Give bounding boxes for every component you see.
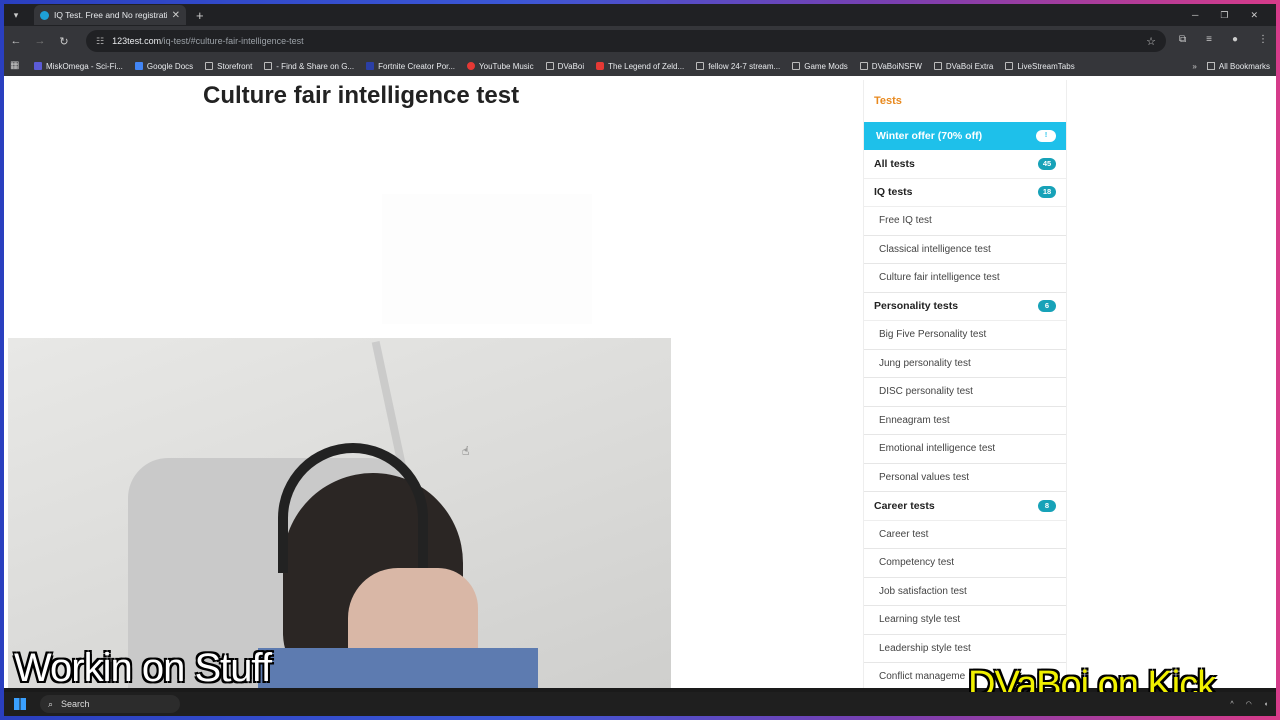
youtube-icon [596, 62, 605, 70]
sidebar-link[interactable]: Enneagram test [864, 407, 1066, 435]
bookmark-item[interactable]: YouTube Music [467, 62, 534, 71]
bookmark-item[interactable]: Game Mods [792, 62, 848, 71]
stream-caption-left: Workin on Stuff [14, 646, 272, 690]
tray-chevron-icon[interactable]: ^ [1230, 701, 1233, 708]
url-host: 123test.com [112, 36, 162, 46]
sidebar-link[interactable]: Free IQ test [864, 207, 1066, 236]
content-placeholder [382, 194, 592, 324]
search-icon: ⌕ [48, 698, 54, 709]
sidebar-link[interactable]: Culture fair intelligence test [864, 264, 1066, 293]
system-tray: ^ ◠ ◖ [1230, 700, 1268, 709]
bookmark-item[interactable]: DVaBoi Extra [933, 62, 993, 71]
new-tab-button[interactable]: + [196, 8, 204, 23]
bookmark-item[interactable]: The Legend of Zeld... [596, 62, 684, 71]
fortnite-icon [366, 62, 375, 70]
site-info-icon[interactable]: ☷ [96, 36, 104, 47]
bookmark-item[interactable]: - Find & Share on G... [264, 62, 354, 71]
extensions-icon[interactable]: ⧉ [1179, 34, 1186, 45]
youtube-music-icon [467, 62, 476, 70]
all-bookmarks-button[interactable]: All Bookmarks [1206, 62, 1270, 71]
folder-icon [205, 62, 214, 70]
bookmark-star-icon[interactable]: ☆ [1146, 35, 1156, 48]
page-title: Culture fair intelligence test [203, 82, 520, 109]
bookmark-item[interactable]: LiveStreamTabs [1005, 62, 1075, 71]
sidebar-link[interactable]: Job satisfaction test [864, 578, 1066, 606]
bookmark-item[interactable]: Fortnite Creator Por... [366, 62, 455, 71]
volume-icon[interactable]: ◖ [1264, 701, 1268, 708]
sidebar-link[interactable]: Jung personality test [864, 350, 1066, 378]
profile-avatar-icon[interactable]: ● [1232, 34, 1238, 45]
tests-sidebar: Tests Winter offer (70% off) ! All tests… [863, 80, 1067, 688]
forward-icon[interactable]: → [28, 35, 52, 47]
sidebar-link[interactable]: Classical intelligence test [864, 236, 1066, 264]
mouse-cursor-icon: ☝ [462, 444, 470, 458]
sidebar-link[interactable]: Big Five Personality test [864, 321, 1066, 350]
winter-offer-link[interactable]: Winter offer (70% off) ! [864, 122, 1066, 150]
folder-icon [859, 62, 868, 70]
sidebar-link[interactable]: Learning style test [864, 606, 1066, 635]
folder-icon [545, 62, 554, 70]
bookmark-item[interactable]: Google Docs [134, 62, 193, 71]
sidebar-header: Tests [874, 95, 902, 107]
folder-icon [933, 62, 942, 70]
network-icon[interactable]: ◠ [1246, 700, 1252, 708]
page-icon [264, 62, 273, 70]
restore-icon[interactable]: ❐ [1220, 10, 1228, 21]
count-badge: 6 [1038, 300, 1056, 313]
category-iq-tests[interactable]: IQ tests 18 [864, 179, 1066, 207]
sidebar-link[interactable]: Personal values test [864, 464, 1066, 492]
webcam-overlay [8, 338, 671, 688]
tab-favicon-icon [40, 10, 49, 20]
bookmark-item[interactable]: DVaBoi [545, 62, 584, 71]
address-bar[interactable]: ☷ 123test.com /iq-test/#culture-fair-int… [86, 30, 1166, 52]
taskbar-search[interactable]: ⌕ Search [40, 695, 180, 713]
count-badge: 18 [1038, 186, 1056, 199]
url-path: /iq-test/#culture-fair-intelligence-test [161, 36, 304, 46]
sidebar-link[interactable]: DISC personality test [864, 378, 1066, 407]
minimize-icon[interactable]: ─ [1192, 10, 1198, 21]
browser-tab[interactable]: IQ Test. Free and No registration ✕ [34, 5, 186, 25]
reload-icon[interactable]: ↻ [52, 35, 76, 48]
windows-taskbar: ⌕ Search ^ ◠ ◖ [4, 692, 1276, 716]
count-badge: 45 [1038, 157, 1056, 170]
menu-icon[interactable]: ⋮ [1258, 34, 1268, 45]
media-control-icon[interactable]: ≡ [1206, 34, 1212, 45]
close-window-icon[interactable]: ✕ [1250, 10, 1258, 21]
folder-icon [1206, 62, 1215, 70]
back-icon[interactable]: ← [4, 35, 28, 47]
browser-toolbar: ← → ↻ ☷ 123test.com /iq-test/#culture-fa… [4, 26, 1276, 56]
bookmark-item[interactable]: fellow 24-7 stream... [696, 62, 780, 71]
bookmarks-overflow-icon[interactable]: » [1192, 62, 1196, 71]
folder-icon [792, 62, 801, 70]
tab-close-icon[interactable]: ✕ [172, 10, 180, 21]
folder-icon [696, 62, 705, 70]
bookmark-item[interactable]: MiskOmega - Sci-Fi... [34, 62, 123, 71]
tab-title: IQ Test. Free and No registration [54, 10, 167, 20]
count-badge: 8 [1038, 499, 1056, 512]
sidebar-link[interactable]: Emotional intelligence test [864, 435, 1066, 464]
misk-icon [34, 62, 42, 70]
sidebar-link[interactable]: Competency test [864, 549, 1066, 578]
category-all-tests[interactable]: All tests 45 [864, 150, 1066, 179]
category-personality-tests[interactable]: Personality tests 6 [864, 293, 1066, 321]
tab-strip: ▾ IQ Test. Free and No registration ✕ + … [4, 4, 1276, 26]
offer-badge: ! [1036, 130, 1056, 142]
category-career-tests[interactable]: Career tests 8 [864, 492, 1066, 521]
apps-grid-icon[interactable]: ▦ [10, 61, 20, 71]
windows-start-icon[interactable] [14, 698, 26, 710]
sidebar-link[interactable]: Leadership style test [864, 635, 1066, 663]
bookmark-item[interactable]: Storefront [205, 62, 252, 71]
bookmarks-bar: ▦ MiskOmega - Sci-Fi... Google Docs Stor… [4, 56, 1276, 76]
bookmark-item[interactable]: DVaBoiNSFW [859, 62, 922, 71]
google-docs-icon [134, 62, 143, 70]
tab-search-icon[interactable]: ▾ [8, 7, 24, 23]
folder-icon [1005, 62, 1014, 70]
streamer-shirt [258, 648, 538, 688]
sidebar-link[interactable]: Career test [864, 521, 1066, 549]
